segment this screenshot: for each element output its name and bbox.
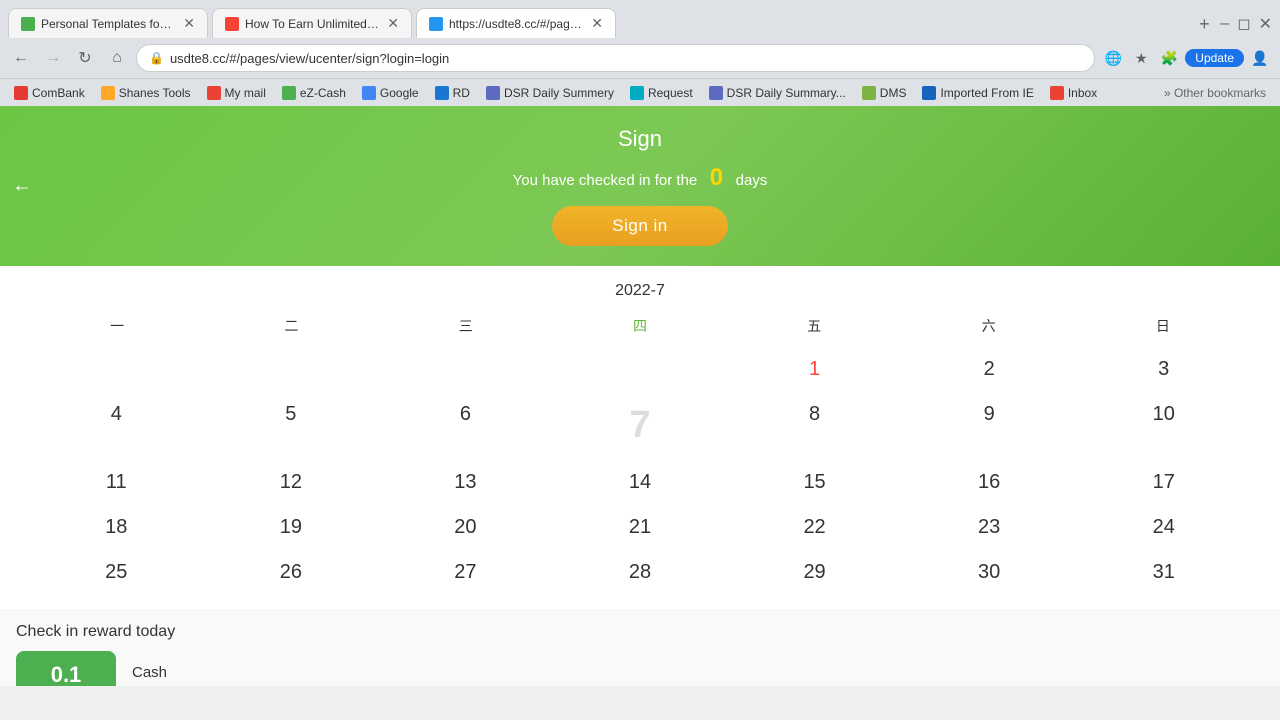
- calendar-day-12: 9: [903, 393, 1076, 459]
- bookmark-item-3[interactable]: eZ-Cash: [276, 84, 352, 102]
- url-text: usdte8.cc/#/pages/view/ucenter/sign?logi…: [170, 51, 449, 66]
- back-button[interactable]: ←: [12, 175, 32, 198]
- back-nav-button[interactable]: ←: [8, 45, 34, 71]
- calendar-day-22: 19: [205, 506, 378, 549]
- browser-tab-tab1[interactable]: Personal Templates for YouTube ✕: [8, 8, 208, 38]
- calendar-day-17: 14: [554, 461, 727, 504]
- check-text-before: You have checked in for the: [513, 172, 698, 189]
- calendar-day-3: [554, 348, 727, 391]
- reward-title: Check in reward today: [16, 623, 1264, 641]
- close-button[interactable]: ✕: [1259, 14, 1272, 34]
- check-text-after: days: [736, 172, 768, 189]
- calendar-day-29: 26: [205, 551, 378, 594]
- bookmark-star-icon[interactable]: ★: [1129, 46, 1153, 70]
- bookmark-item-7[interactable]: Request: [624, 84, 699, 102]
- calendar-day-26: 23: [903, 506, 1076, 549]
- update-button[interactable]: Update: [1185, 49, 1244, 67]
- minimize-button[interactable]: –: [1220, 15, 1229, 33]
- calendar-title: 2022-7: [30, 282, 1250, 300]
- bookmark-item-0[interactable]: ComBank: [8, 84, 91, 102]
- reward-section: Check in reward today 0.1 Cash Cash Dire…: [0, 610, 1280, 686]
- calendar-day-24: 21: [554, 506, 727, 549]
- calendar-day-20: 17: [1077, 461, 1250, 504]
- calendar-day-1: [205, 348, 378, 391]
- browser-tab-tab3[interactable]: https://usdte8.cc/#/pages/view/... ✕: [416, 8, 616, 38]
- calendar-section: 2022-7 一 二 三 四 五 六 日 1234567891011121314…: [0, 266, 1280, 610]
- bookmark-item-2[interactable]: My mail: [201, 84, 272, 102]
- bookmark-item-8[interactable]: DSR Daily Summary...: [703, 84, 852, 102]
- calendar-day-8: 5: [205, 393, 378, 459]
- reload-button[interactable]: ↻: [72, 45, 98, 71]
- calendar-day-25: 22: [728, 506, 901, 549]
- reward-label: Cash: [132, 664, 325, 681]
- new-tab-button[interactable]: +: [1190, 10, 1218, 38]
- day-header-tue: 二: [204, 312, 378, 340]
- calendar-day-23: 20: [379, 506, 552, 549]
- calendar-day-6: 3: [1077, 348, 1250, 391]
- day-header-fri: 五: [727, 312, 901, 340]
- bookmark-item-5[interactable]: RD: [429, 84, 476, 102]
- home-button[interactable]: ⌂: [104, 45, 130, 71]
- other-bookmarks[interactable]: » Other bookmarks: [1158, 84, 1272, 102]
- calendar-day-31: 28: [554, 551, 727, 594]
- sign-in-button[interactable]: Sign in: [552, 206, 727, 246]
- sign-header: ← Sign You have checked in for the 0 day…: [0, 106, 1280, 266]
- calendar-day-0: [30, 348, 203, 391]
- calendar-day-5: 2: [903, 348, 1076, 391]
- calendar-day-18: 15: [728, 461, 901, 504]
- bookmark-item-10[interactable]: Imported From IE: [916, 84, 1039, 102]
- reward-description: Cash Direct release to account balance: [132, 664, 325, 686]
- bookmark-item-1[interactable]: Shanes Tools: [95, 84, 197, 102]
- reward-amount: 0.1: [51, 662, 82, 686]
- sign-page-title: Sign: [20, 126, 1260, 152]
- bookmark-item-6[interactable]: DSR Daily Summery: [480, 84, 620, 102]
- reward-card: 0.1 Cash Cash Direct release to account …: [16, 651, 1264, 686]
- profile-icon[interactable]: 👤: [1248, 46, 1272, 70]
- calendar-header: 一 二 三 四 五 六 日: [30, 312, 1250, 340]
- calendar-day-32: 29: [728, 551, 901, 594]
- extensions-icon[interactable]: 🧩: [1157, 46, 1181, 70]
- check-days-count: 0: [710, 164, 723, 191]
- day-header-wed: 三: [379, 312, 553, 340]
- forward-nav-button[interactable]: →: [40, 45, 66, 71]
- day-header-thu: 四: [553, 312, 727, 340]
- calendar-day-9: 6: [379, 393, 552, 459]
- bookmark-item-11[interactable]: Inbox: [1044, 84, 1103, 102]
- day-header-sun: 日: [1076, 312, 1250, 340]
- reward-amount-box: 0.1 Cash: [16, 651, 116, 686]
- calendar-day-10: 7: [554, 393, 727, 459]
- restore-button[interactable]: ◻: [1237, 14, 1250, 34]
- bookmark-item-4[interactable]: Google: [356, 84, 425, 102]
- calendar-day-30: 27: [379, 551, 552, 594]
- day-header-mon: 一: [30, 312, 204, 340]
- calendar-day-16: 13: [379, 461, 552, 504]
- calendar-day-28: 25: [30, 551, 203, 594]
- calendar-day-4: 1: [728, 348, 901, 391]
- browser-tab-tab2[interactable]: How To Earn Unlimited Usdt An... ✕: [212, 8, 412, 38]
- calendar-day-33: 30: [903, 551, 1076, 594]
- calendar-day-2: [379, 348, 552, 391]
- translate-icon[interactable]: 🌐: [1101, 46, 1125, 70]
- calendar-day-7: 4: [30, 393, 203, 459]
- calendar-body: 1234567891011121314151617181920212223242…: [30, 348, 1250, 594]
- calendar-day-15: 12: [205, 461, 378, 504]
- check-in-info: You have checked in for the 0 days: [20, 164, 1260, 192]
- reward-subdesc: Direct release to account balance: [132, 685, 325, 686]
- calendar-day-19: 16: [903, 461, 1076, 504]
- calendar-day-14: 11: [30, 461, 203, 504]
- calendar-day-11: 8: [728, 393, 901, 459]
- calendar-day-34: 31: [1077, 551, 1250, 594]
- calendar-day-13: 10: [1077, 393, 1250, 459]
- bookmark-item-9[interactable]: DMS: [856, 84, 913, 102]
- calendar-day-27: 24: [1077, 506, 1250, 549]
- calendar-day-21: 18: [30, 506, 203, 549]
- url-bar[interactable]: 🔒 usdte8.cc/#/pages/view/ucenter/sign?lo…: [136, 44, 1095, 72]
- day-header-sat: 六: [901, 312, 1075, 340]
- lock-icon: 🔒: [149, 51, 164, 65]
